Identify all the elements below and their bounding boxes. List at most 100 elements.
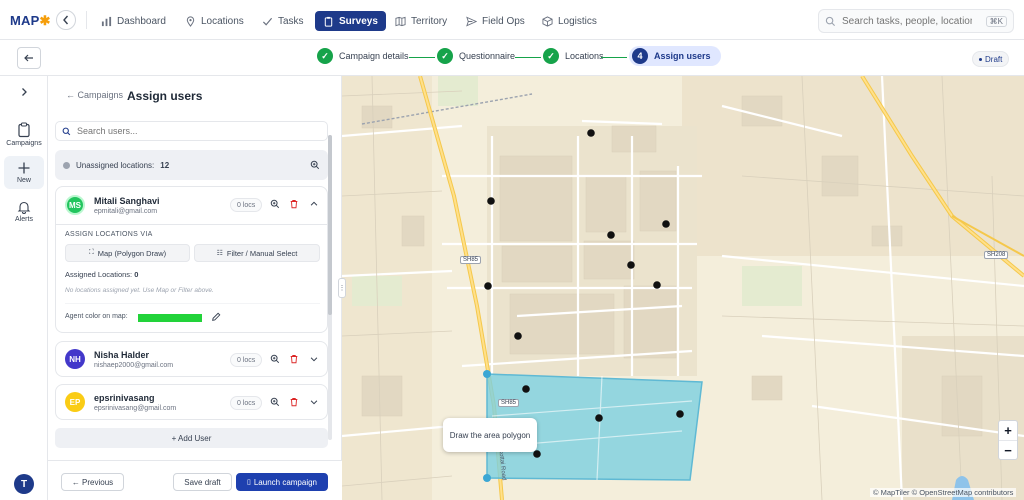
trash-icon[interactable] [289,354,299,364]
status-badge: Draft [972,51,1010,67]
rail-item-campaigns[interactable]: Campaigns [4,122,44,147]
user-search-input[interactable] [77,126,297,136]
map-polygon-draw-button[interactable]: ⛶ Map (Polygon Draw) [65,244,190,262]
status-dot [63,161,70,169]
plus-icon [18,162,30,174]
rail-expand-button[interactable] [4,86,44,98]
map-pin-icon [186,15,195,27]
step-connector [409,57,435,58]
trash-icon[interactable] [289,199,299,209]
step-label: Questionnaire [459,51,516,61]
step-connector [601,57,627,58]
add-user-button[interactable]: + Add User [55,428,328,448]
unassigned-locations-bar: Unassigned locations: 12 [55,150,328,180]
zoom-in-button[interactable]: + [999,421,1017,440]
rail-item-new[interactable]: New [4,156,44,189]
zoom-out-button[interactable]: − [999,440,1017,459]
rocket-icon: ▯ [246,479,251,486]
assigned-locations: Assigned Locations: 0 [65,270,139,279]
zoom-controls: + − [998,420,1018,460]
user-search[interactable] [55,121,328,141]
page-title: Assign users [127,89,203,103]
top-nav: MAP✱ Dashboard Locations Tasks Surveys T… [0,0,1024,40]
user-card[interactable]: NH Nisha Halder nishaep2000@gmail.com 0 … [55,341,328,377]
avatar: MS [65,195,85,215]
locations-count-badge: 0 locs [230,353,263,367]
divider [56,224,327,225]
wizard-back-button[interactable] [17,47,41,69]
nav-item-label: Logistics [558,15,597,27]
zoom-in-icon[interactable] [310,160,320,170]
user-email: epmitali@gmail.com [94,208,158,215]
list-icon: ☷ [216,250,223,257]
nav-item-locations[interactable]: Locations [185,11,244,31]
road-label: SH208 [984,251,1009,259]
agent-color-label: Agent color on map: [65,313,128,320]
global-search[interactable]: ⌘K [818,9,1014,33]
zoom-to-user-icon[interactable] [270,397,280,407]
clipboard-icon [18,122,30,138]
search-shortcut: ⌘K [985,15,1007,27]
back-to-campaigns-link[interactable]: ← Campaigns [66,90,123,100]
check-icon: ✓ [317,48,333,64]
clipboard-icon [324,16,333,27]
nav-item-label: Locations [201,15,244,27]
user-card[interactable]: EP epsrinivasang epsrinivasang@gmail.com… [55,384,328,420]
chevron-right-icon [22,88,27,96]
nav-item-label: Dashboard [117,15,166,27]
divider [65,303,320,304]
panel-footer: ← Previous Save draft ▯ Launch campaign [48,460,342,500]
expand-icon: ⛶ [88,249,94,256]
step-locations[interactable]: ✓ Locations [543,48,604,64]
nav-item-field-ops[interactable]: Field Ops [466,11,525,31]
user-avatar[interactable]: T [14,474,34,494]
launch-campaign-button[interactable]: ▯ Launch campaign [236,473,328,491]
nav-divider [86,11,87,29]
assign-via-label: ASSIGN LOCATIONS VIA [65,231,153,238]
step-label: Campaign details [339,51,409,61]
road-label: SH85 [460,256,482,264]
app-logo[interactable]: MAP✱ [10,13,51,29]
rail-item-alerts[interactable]: Alerts [4,200,44,223]
trash-icon[interactable] [289,397,299,407]
user-card: MS Mitali Sanghavi epmitali@gmail.com 0 … [55,186,328,333]
nav-item-territory[interactable]: Territory [395,11,447,31]
avatar: EP [65,392,85,412]
agent-color-swatch[interactable] [138,314,202,322]
chevron-down-icon[interactable] [309,397,319,407]
nav-item-dashboard[interactable]: Dashboard [101,11,166,31]
left-rail: Campaigns New Alerts [0,76,48,500]
nav-item-surveys[interactable]: Surveys [315,11,386,31]
unassigned-count: 12 [160,160,170,170]
step-campaign-details[interactable]: ✓ Campaign details [317,48,409,64]
nav-item-label: Territory [411,15,448,27]
nav-item-tasks[interactable]: Tasks [262,11,304,31]
chevron-up-icon[interactable] [309,199,319,209]
filter-manual-select-button[interactable]: ☷ Filter / Manual Select [194,244,320,262]
user-email: nishaep2000@gmail.com [94,362,174,369]
step-assign-users[interactable]: 4 Assign users [629,46,721,66]
pencil-icon[interactable] [211,312,221,322]
box-icon [542,15,553,27]
previous-button[interactable]: ← Previous [61,473,124,491]
zoom-to-user-icon[interactable] [270,354,280,364]
panel-resize-handle[interactable]: ⋮ [338,278,346,298]
search-icon [825,16,836,26]
nav-back-button[interactable] [56,10,76,30]
panel-scrollbar-thumb[interactable] [328,135,332,315]
polygon-vertex [483,474,491,482]
zoom-to-user-icon[interactable] [270,199,280,209]
save-draft-button[interactable]: Save draft [173,473,232,491]
nav-item-logistics[interactable]: Logistics [542,11,597,31]
chevron-left-icon [63,15,69,25]
user-name: epsrinivasang [94,393,155,403]
global-search-input[interactable] [842,15,972,27]
map-attribution[interactable]: © MapTiler © OpenStreetMap contributors [870,488,1017,497]
user-name: Mitali Sanghavi [94,196,160,206]
assign-users-panel: ← Campaigns Assign users Unassigned loca… [48,76,342,500]
polygon-vertex [483,370,491,378]
step-questionnaire[interactable]: ✓ Questionnaire [437,48,515,64]
bell-icon [17,201,31,214]
arrow-left-icon [24,54,33,62]
chevron-down-icon[interactable] [309,354,319,364]
